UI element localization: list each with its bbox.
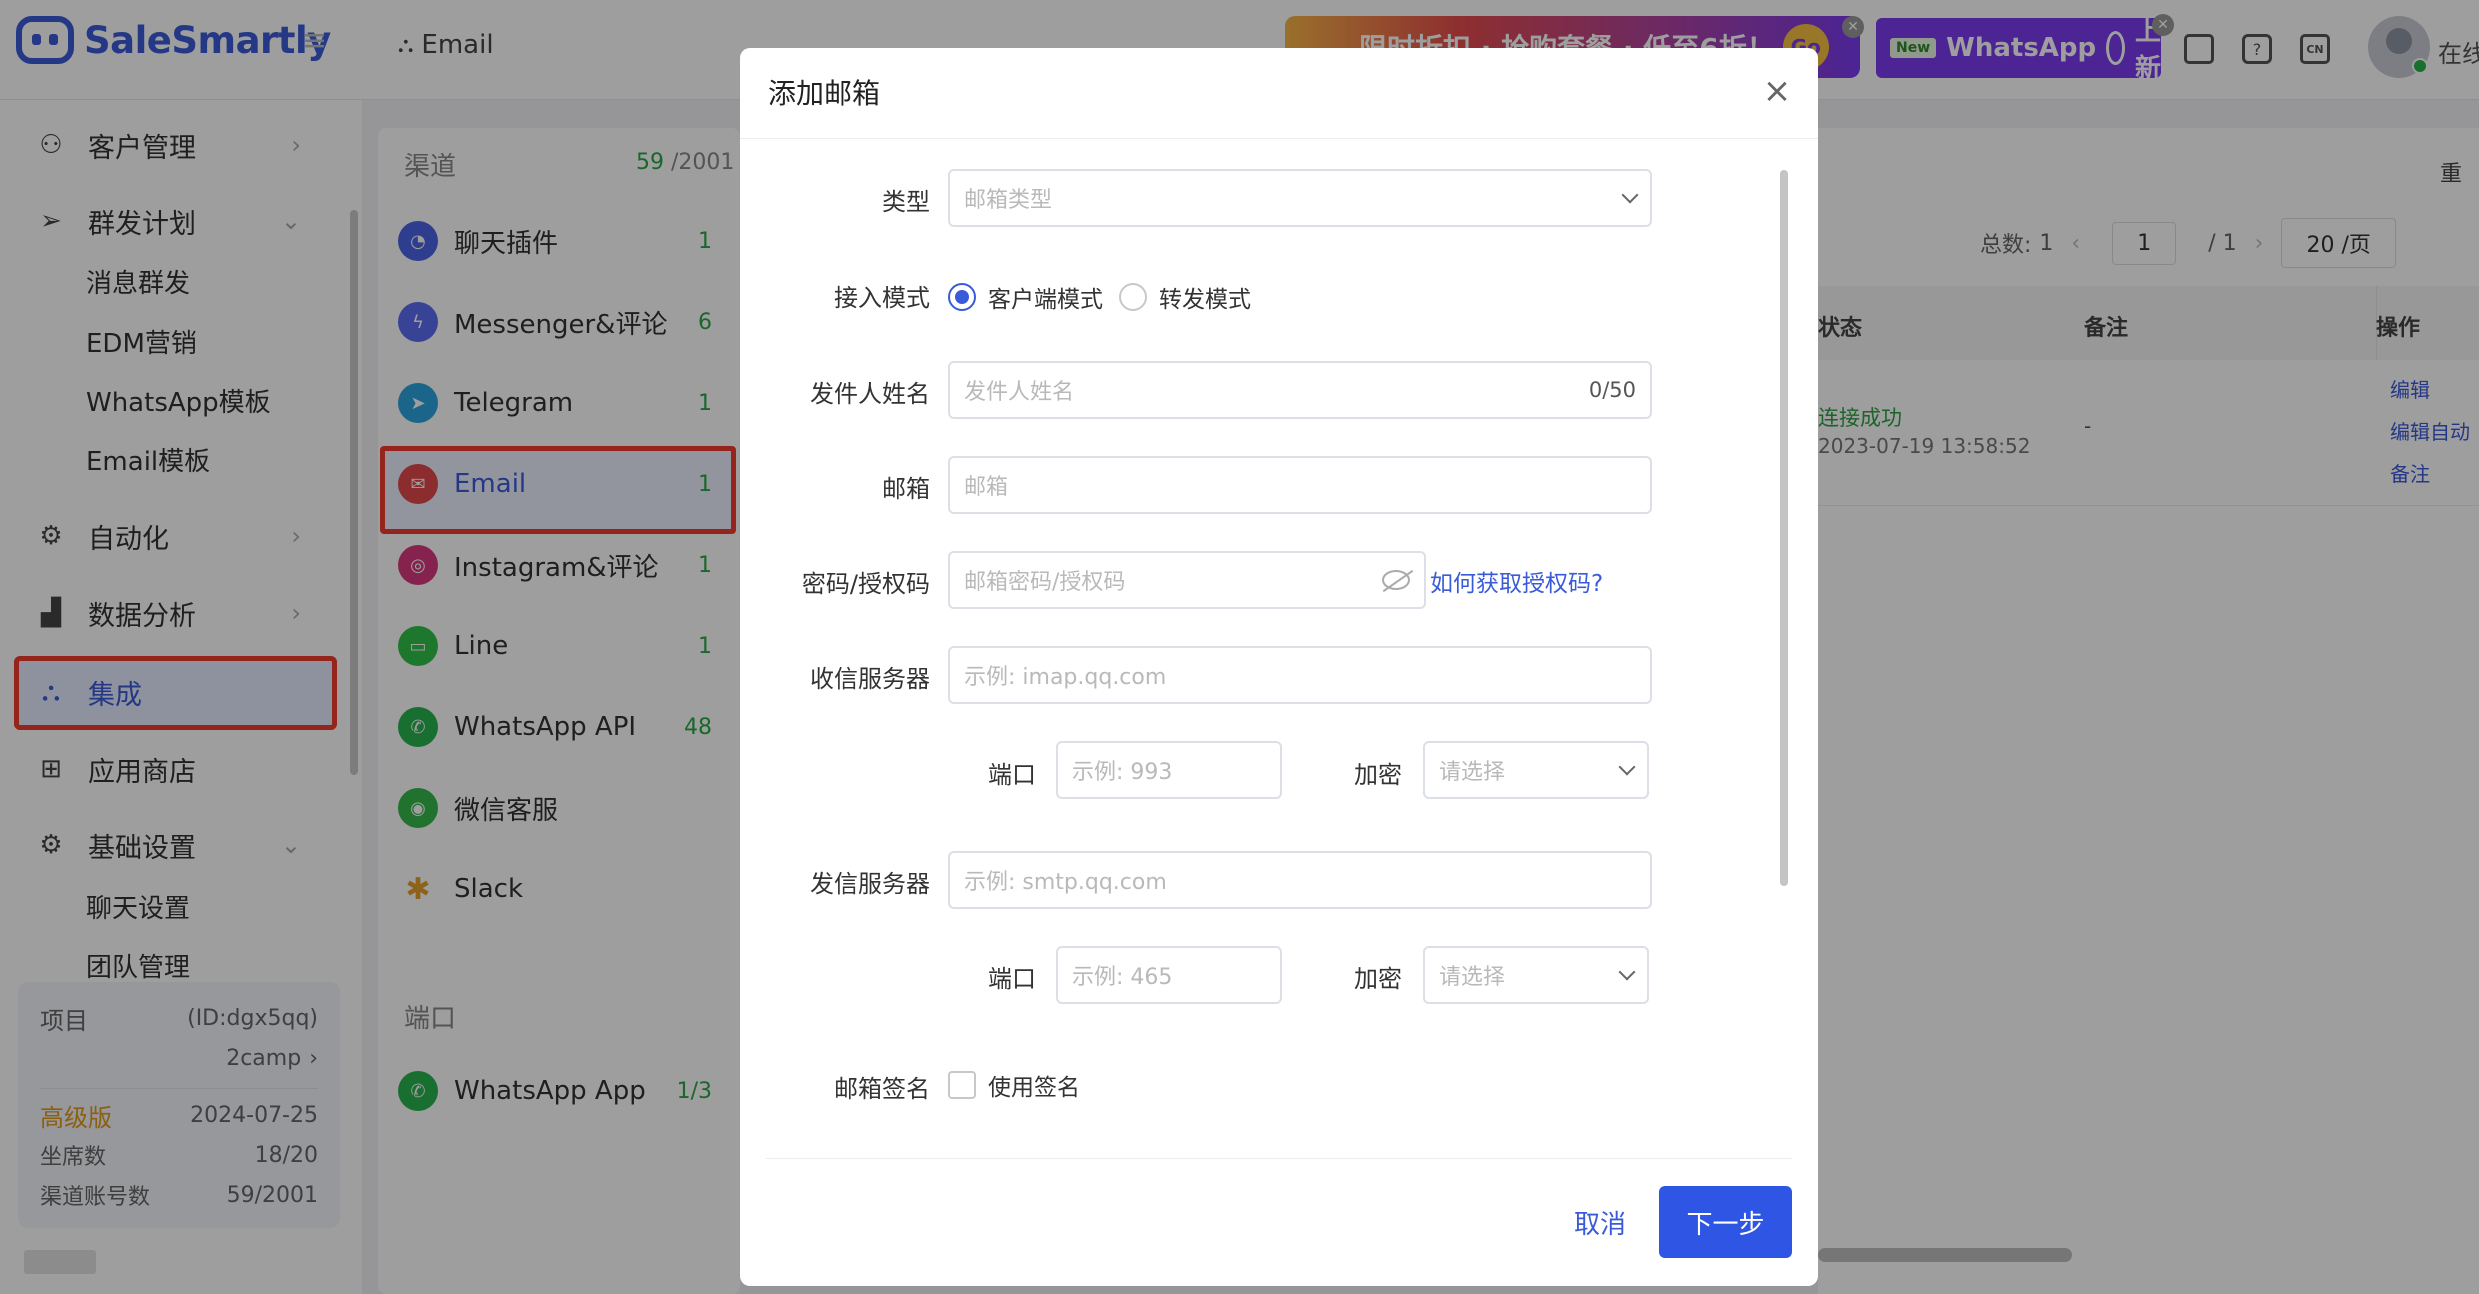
- imap-port-label: 端口: [988, 761, 1036, 789]
- sender-name-placeholder: 发件人姓名: [964, 380, 1075, 405]
- smtp-label: 发信服务器: [810, 870, 930, 898]
- signature-label: 邮箱签名: [834, 1075, 930, 1103]
- modal-scrollbar[interactable]: [1780, 170, 1788, 886]
- smtp-placeholder: 示例: smtp.qq.com: [964, 870, 1167, 895]
- smtp-encrypt-placeholder: 请选择: [1439, 965, 1506, 990]
- type-label: 类型: [882, 188, 930, 216]
- smtp-encrypt-label: 加密: [1354, 965, 1402, 993]
- use-signature-checkbox[interactable]: 使用签名: [948, 1068, 1080, 1102]
- use-signature-label: 使用签名: [988, 1075, 1080, 1101]
- checkbox-icon: [948, 1071, 976, 1099]
- imap-server-input[interactable]: 示例: imap.qq.com: [948, 646, 1652, 704]
- imap-port-placeholder: 示例: 993: [1072, 760, 1173, 785]
- sender-label: 发件人姓名: [810, 380, 930, 408]
- smtp-port-label: 端口: [988, 965, 1036, 993]
- password-input[interactable]: 邮箱密码/授权码: [948, 551, 1426, 609]
- smtp-port-placeholder: 示例: 465: [1072, 965, 1173, 990]
- chevron-down-icon: [1618, 963, 1636, 981]
- imap-label: 收信服务器: [810, 665, 930, 693]
- email-type-select[interactable]: 邮箱类型: [948, 169, 1652, 227]
- modal-footer-divider: [766, 1158, 1792, 1159]
- close-icon[interactable]: ×: [1762, 74, 1792, 108]
- chevron-down-icon: [1621, 186, 1639, 204]
- next-step-button[interactable]: 下一步: [1659, 1186, 1792, 1258]
- cancel-button[interactable]: 取消: [1560, 1186, 1640, 1258]
- password-label: 密码/授权码: [801, 570, 930, 598]
- modal-title: 添加邮箱: [768, 77, 881, 110]
- sender-name-input[interactable]: 发件人姓名 0/50: [948, 361, 1652, 419]
- password-placeholder: 邮箱密码/授权码: [964, 570, 1126, 595]
- mode-client-radio[interactable]: 客户端模式: [948, 280, 1103, 314]
- smtp-encrypt-select[interactable]: 请选择: [1423, 946, 1649, 1004]
- mode-forward-radio[interactable]: 转发模式: [1119, 280, 1251, 314]
- imap-placeholder: 示例: imap.qq.com: [964, 665, 1167, 690]
- smtp-server-input[interactable]: 示例: smtp.qq.com: [948, 851, 1652, 909]
- imap-encrypt-label: 加密: [1354, 761, 1402, 789]
- chevron-down-icon: [1618, 758, 1636, 776]
- imap-encrypt-placeholder: 请选择: [1439, 760, 1506, 785]
- modal-header-divider: [740, 138, 1818, 139]
- sender-name-counter: 0/50: [1588, 378, 1636, 402]
- imap-encrypt-select[interactable]: 请选择: [1423, 741, 1649, 799]
- radio-unselected-icon: [1119, 283, 1147, 311]
- email-label: 邮箱: [882, 475, 930, 503]
- auth-code-help-link[interactable]: 如何获取授权码?: [1430, 564, 1603, 598]
- mode-client-label: 客户端模式: [988, 287, 1103, 313]
- email-type-placeholder: 邮箱类型: [964, 188, 1053, 213]
- eye-off-icon[interactable]: [1382, 570, 1410, 590]
- email-placeholder: 邮箱: [964, 475, 1009, 500]
- mode-label: 接入模式: [834, 284, 930, 312]
- mode-forward-label: 转发模式: [1159, 287, 1251, 313]
- radio-selected-icon: [948, 283, 976, 311]
- email-input[interactable]: 邮箱: [948, 456, 1652, 514]
